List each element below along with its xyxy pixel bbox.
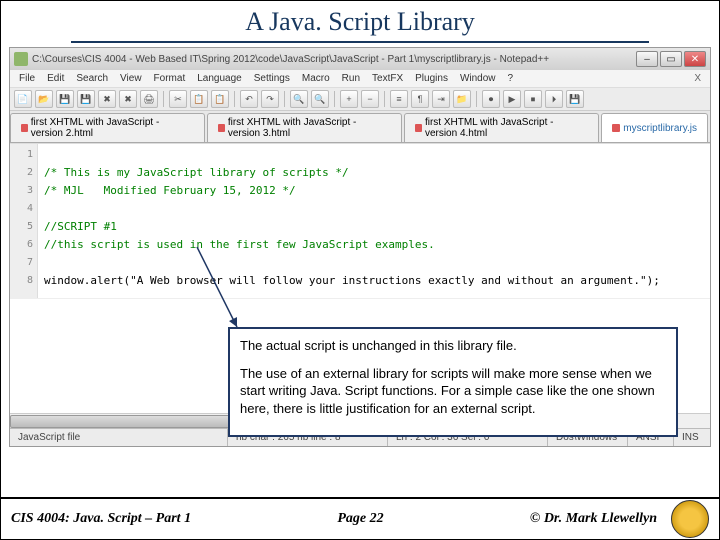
tab-file-3[interactable]: first XHTML with JavaScript - version 4.… <box>404 113 599 142</box>
file-icon <box>21 124 28 132</box>
tab-file-2[interactable]: first XHTML with JavaScript - version 3.… <box>207 113 402 142</box>
redo-icon[interactable]: ↷ <box>261 90 279 108</box>
title-underline <box>71 41 649 43</box>
line-num: 2 <box>12 164 33 182</box>
close-all-icon[interactable]: ✖ <box>119 90 137 108</box>
zoom-in-icon[interactable]: + <box>340 90 358 108</box>
footer-page: Page 22 <box>191 511 530 527</box>
save-icon[interactable]: 💾 <box>56 90 74 108</box>
code-line: /* MJL Modified February 15, 2012 */ <box>44 184 296 197</box>
undo-icon[interactable]: ↶ <box>240 90 258 108</box>
separator <box>284 91 285 107</box>
tabbar: first XHTML with JavaScript - version 2.… <box>10 111 710 143</box>
line-gutter: 1 2 3 4 5 6 7 8 <box>10 144 38 298</box>
slide-footer: CIS 4004: Java. Script – Part 1 Page 22 … <box>1 497 719 539</box>
tab-file-active[interactable]: myscriptlibrary.js <box>601 113 708 142</box>
close-button[interactable]: ✕ <box>684 51 706 67</box>
menu-run[interactable]: Run <box>337 71 365 86</box>
menu-plugins[interactable]: Plugins <box>410 71 453 86</box>
page-title: A Java. Script Library <box>1 7 719 37</box>
line-num: 5 <box>12 218 33 236</box>
cut-icon[interactable]: ✂ <box>169 90 187 108</box>
status-filetype: JavaScript file <box>10 429 228 446</box>
paste-icon[interactable]: 📋 <box>211 90 229 108</box>
print-icon[interactable]: 🖨 <box>140 90 158 108</box>
status-ins: INS <box>674 429 710 446</box>
save-all-icon[interactable]: 💾 <box>77 90 95 108</box>
replace-icon[interactable]: 🔍 <box>311 90 329 108</box>
file-icon <box>415 124 422 132</box>
code-line: //SCRIPT #1 <box>44 220 117 233</box>
menu-window[interactable]: Window <box>455 71 501 86</box>
menu-language[interactable]: Language <box>192 71 247 86</box>
new-file-icon[interactable]: 📄 <box>14 90 32 108</box>
separator <box>163 91 164 107</box>
playback-icon[interactable]: ⏵ <box>545 90 563 108</box>
close-file-icon[interactable]: ✖ <box>98 90 116 108</box>
app-icon <box>14 52 28 66</box>
code-line: /* This is my JavaScript library of scri… <box>44 166 349 179</box>
stop-icon[interactable]: ⏹ <box>524 90 542 108</box>
line-num: 7 <box>12 254 33 272</box>
toolbar: 📄 📂 💾 💾 ✖ ✖ 🖨 ✂ 📋 📋 ↶ ↷ 🔍 🔍 + − ≡ ¶ ⇥ 📁 <box>10 88 710 111</box>
copy-icon[interactable]: 📋 <box>190 90 208 108</box>
code-line: window.alert("A Web browser will follow … <box>44 274 660 287</box>
callout-p1: The actual script is unchanged in this l… <box>240 337 666 355</box>
window-title: C:\Courses\CIS 4004 - Web Based IT\Sprin… <box>32 54 636 65</box>
line-num: 1 <box>12 146 33 164</box>
footer-course: CIS 4004: Java. Script – Part 1 <box>11 511 191 527</box>
menu-edit[interactable]: Edit <box>42 71 69 86</box>
callout-box: The actual script is unchanged in this l… <box>228 327 678 437</box>
code-content[interactable]: /* This is my JavaScript library of scri… <box>38 144 710 298</box>
tab-file-1[interactable]: first XHTML with JavaScript - version 2.… <box>10 113 205 142</box>
menu-help[interactable]: ? <box>503 71 519 86</box>
editor-area[interactable]: 1 2 3 4 5 6 7 8 /* This is my JavaScript… <box>10 143 710 298</box>
line-num: 8 <box>12 272 33 290</box>
menu-settings[interactable]: Settings <box>249 71 295 86</box>
footer-author: © Dr. Mark Llewellyn <box>530 511 657 527</box>
find-icon[interactable]: 🔍 <box>290 90 308 108</box>
zoom-out-icon[interactable]: − <box>361 90 379 108</box>
titlebar: C:\Courses\CIS 4004 - Web Based IT\Sprin… <box>10 48 710 70</box>
file-icon <box>612 124 620 132</box>
separator <box>384 91 385 107</box>
folder-icon[interactable]: 📁 <box>453 90 471 108</box>
line-num: 4 <box>12 200 33 218</box>
tab-label: myscriptlibrary.js <box>623 123 697 134</box>
menu-file[interactable]: File <box>14 71 40 86</box>
menu-macro[interactable]: Macro <box>297 71 335 86</box>
tab-label: first XHTML with JavaScript - version 4.… <box>425 117 588 139</box>
menubar: File Edit Search View Format Language Se… <box>10 70 710 88</box>
save-macro-icon[interactable]: 💾 <box>566 90 584 108</box>
wrap-icon[interactable]: ≡ <box>390 90 408 108</box>
file-icon <box>218 124 225 132</box>
menu-view[interactable]: View <box>115 71 147 86</box>
callout-p2: The use of an external library for scrip… <box>240 365 666 418</box>
play-icon[interactable]: ▶ <box>503 90 521 108</box>
menu-extra[interactable]: X <box>689 71 706 86</box>
minimize-button[interactable]: – <box>636 51 658 67</box>
show-chars-icon[interactable]: ¶ <box>411 90 429 108</box>
ucf-logo-icon <box>671 500 709 538</box>
record-icon[interactable]: ⏺ <box>482 90 500 108</box>
separator <box>334 91 335 107</box>
line-num: 3 <box>12 182 33 200</box>
menu-search[interactable]: Search <box>71 71 113 86</box>
menu-textfx[interactable]: TextFX <box>367 71 408 86</box>
separator <box>476 91 477 107</box>
indent-icon[interactable]: ⇥ <box>432 90 450 108</box>
tab-label: first XHTML with JavaScript - version 2.… <box>31 117 194 139</box>
callout-arrow <box>189 239 249 339</box>
menu-format[interactable]: Format <box>149 71 191 86</box>
separator <box>234 91 235 107</box>
tab-label: first XHTML with JavaScript - version 3.… <box>228 117 391 139</box>
open-file-icon[interactable]: 📂 <box>35 90 53 108</box>
line-num: 6 <box>12 236 33 254</box>
maximize-button[interactable]: ▭ <box>660 51 682 67</box>
